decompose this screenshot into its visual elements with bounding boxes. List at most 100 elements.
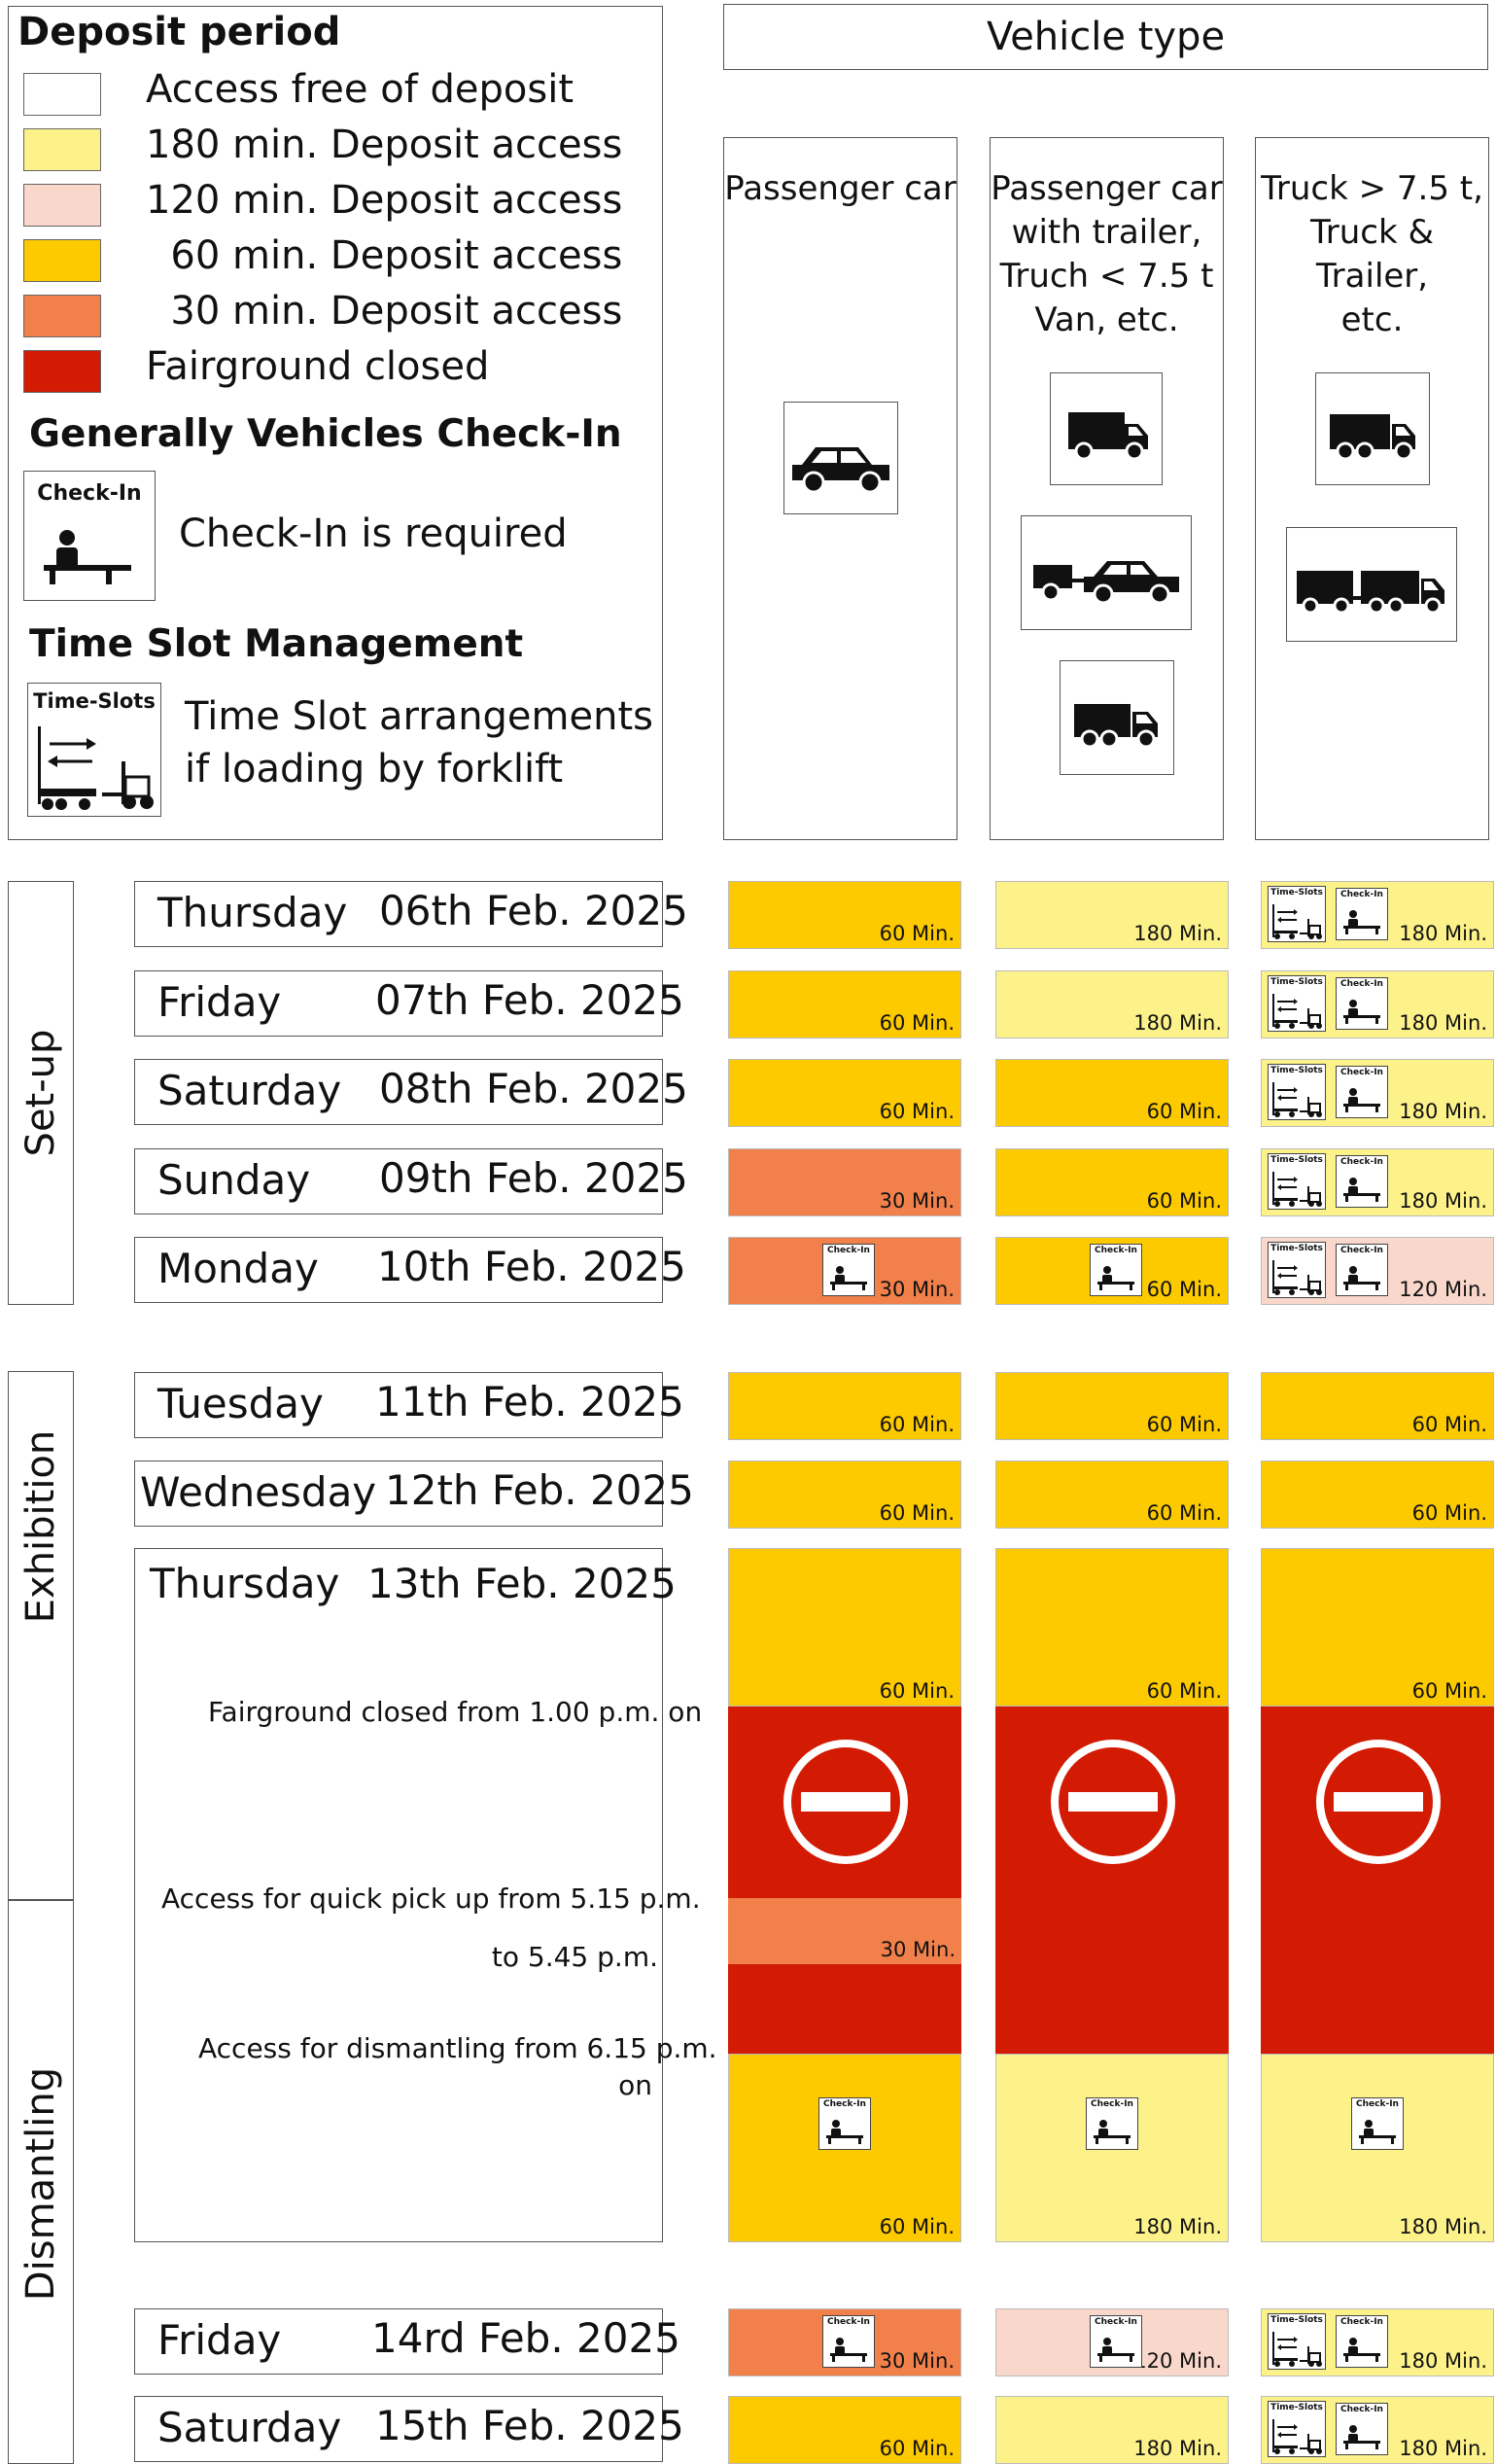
no-entry-icon [780, 1736, 912, 1868]
deposit-minutes: 120 Min. [1399, 1278, 1487, 1301]
car-icon [783, 402, 898, 514]
legend-swatch [23, 73, 101, 116]
checkin-icon: Check-In [818, 2097, 871, 2150]
day-date: 14rd Feb. 2025 [371, 2314, 680, 2362]
timeslot-icon: Time-Slots [1268, 2313, 1326, 2370]
deposit-minutes: 30 Min. [879, 1278, 955, 1301]
day-name: Wednesday [140, 1468, 377, 1516]
deposit-cell: 30 Min. Check-In [728, 1237, 961, 1305]
deposit-cell-dismantling: 180 Min. Check-In [995, 2054, 1229, 2242]
deposit-minutes: 180 Min. [1133, 2215, 1222, 2238]
deposit-cell: 60 Min. [1261, 1372, 1494, 1440]
timeslot-text-2: if loading by forklift [185, 747, 564, 792]
checkin-title: Generally Vehicles Check-In [29, 412, 622, 456]
phase-setup-label: Set-up [18, 1029, 63, 1157]
deposit-minutes: 180 Min. [1133, 1011, 1222, 1035]
day-name: Friday [157, 2316, 282, 2364]
day-name: Saturday [157, 1067, 342, 1114]
deposit-cell: 180 Min. [995, 970, 1229, 1038]
deposit-minutes: 180 Min. [1399, 2349, 1487, 2373]
note-pickup-1: Access for quick pick up from 5.15 p.m. [161, 1883, 701, 1915]
deposit-cell: 180 Min. Time-Slots Check-In [1261, 881, 1494, 949]
deposit-cell-dismantling: 180 Min. Check-In [1261, 2054, 1494, 2242]
quick-pickup-cell: 30 Min. [728, 1898, 961, 1964]
checkin-icon: Check-In [1351, 2097, 1404, 2150]
day-date: 07th Feb. 2025 [375, 976, 684, 1024]
deposit-minutes: 60 Min. [1146, 1413, 1222, 1436]
deposit-cell: 60 Min. [728, 2396, 961, 2464]
checkin-icon: Check-In [822, 1244, 875, 1296]
deposit-cell-morning: 60 Min. [995, 1548, 1229, 1707]
day-date: 15th Feb. 2025 [375, 2402, 684, 2449]
timeslot-icon: Time-Slots [1268, 975, 1326, 1032]
day-name: Sunday [157, 1156, 311, 1204]
timeslot-icon: Time-Slots [1268, 2401, 1326, 2457]
legend-item-label: Access free of deposit [146, 67, 574, 112]
deposit-cell: 60 Min. [995, 1461, 1229, 1529]
deposit-minutes: 180 Min. [1399, 2437, 1487, 2460]
note-dismantle-1: Access for dismantling from 6.15 p.m. [198, 2032, 717, 2064]
deposit-cell: 60 Min. Check-In [995, 1237, 1229, 1305]
deposit-cell: 180 Min. Time-Slots Check-In [1261, 2396, 1494, 2464]
deposit-cell: 180 Min. Time-Slots Check-In [1261, 1148, 1494, 1216]
column-label-car-trailer: Passenger car with trailer, Truch < 7.5 … [991, 169, 1223, 339]
deposit-minutes: 60 Min. [879, 2215, 955, 2238]
legend-item-label: 180 min. Deposit access [146, 123, 623, 167]
deposit-minutes: 180 Min. [1399, 922, 1487, 945]
phase-dismantling-label: Dismantling [18, 2066, 63, 2302]
deposit-cell: 120 Min. Time-Slots Check-In [1261, 1237, 1494, 1305]
deposit-minutes: 60 Min. [879, 1011, 955, 1035]
legend-swatch [23, 128, 101, 171]
deposit-cell: 120 Min. Check-In [995, 2308, 1229, 2376]
day-name: Thursday [150, 1560, 340, 1607]
deposit-cell: 30 Min. Check-In [728, 2308, 961, 2376]
deposit-cell: 60 Min. [728, 1461, 961, 1529]
car-trailer-icon [1021, 515, 1192, 630]
note-dismantle-2: on [618, 2069, 652, 2101]
truck-trailer-icon [1286, 527, 1457, 642]
deposit-period-title: Deposit period [17, 10, 341, 54]
legend-item-label: 120 min. Deposit access [146, 178, 623, 223]
timeslot-icon: Time-Slots [1268, 1242, 1326, 1298]
checkin-icon: Check-In [1336, 888, 1388, 940]
deposit-minutes: 30 Min. [879, 2349, 955, 2373]
deposit-cell: 180 Min. Time-Slots Check-In [1261, 1059, 1494, 1127]
deposit-cell: 180 Min. [995, 881, 1229, 949]
day-date: 13th Feb. 2025 [367, 1560, 677, 1607]
column-label-passenger-car: Passenger car [724, 169, 957, 208]
deposit-minutes: 60 Min. [879, 1413, 955, 1436]
checkin-text: Check-In is required [179, 511, 568, 556]
checkin-icon: Check-In [1336, 2315, 1388, 2368]
no-entry-icon [1312, 1736, 1444, 1868]
deposit-minutes: 60 Min. [1146, 1189, 1222, 1213]
day-date: 08th Feb. 2025 [379, 1065, 688, 1112]
checkin-icon: Check-In [1336, 1066, 1388, 1118]
checkin-icon: Check-In [1090, 2315, 1142, 2368]
legend-item-label: 60 min. Deposit access [146, 233, 623, 278]
phase-exhibition-label: Exhibition [18, 1429, 63, 1624]
day-date: 09th Feb. 2025 [379, 1154, 688, 1202]
deposit-minutes: 180 Min. [1399, 1189, 1487, 1213]
checkin-icon: Check-In [1090, 1244, 1142, 1296]
deposit-cell: 60 Min. [1261, 1461, 1494, 1529]
legend-swatch [23, 295, 101, 337]
deposit-minutes: 60 Min. [1411, 1679, 1487, 1703]
deposit-minutes: 60 Min. [1411, 1413, 1487, 1436]
deposit-minutes: 60 Min. [1146, 1501, 1222, 1525]
day-name: Saturday [157, 2404, 342, 2451]
checkin-icon: Check-In [1336, 1155, 1388, 1208]
checkin-icon: Check-In [23, 471, 156, 601]
timeslot-text-1: Time Slot arrangements [185, 694, 653, 739]
checkin-icon: Check-In [1336, 2403, 1388, 2455]
deposit-minutes: 60 Min. [879, 1679, 955, 1703]
deposit-minutes: 60 Min. [1146, 1278, 1222, 1301]
van-icon [1050, 372, 1163, 485]
checkin-icon: Check-In [1336, 977, 1388, 1030]
deposit-minutes: 180 Min. [1399, 1011, 1487, 1035]
timeslot-icon: Time-Slots [27, 683, 161, 817]
deposit-cell: 60 Min. [728, 1059, 961, 1127]
deposit-cell-morning: 60 Min. [728, 1548, 961, 1707]
deposit-minutes: 60 Min. [1146, 1679, 1222, 1703]
deposit-minutes: 120 Min. [1133, 2349, 1222, 2373]
deposit-cell-morning: 60 Min. [1261, 1548, 1494, 1707]
